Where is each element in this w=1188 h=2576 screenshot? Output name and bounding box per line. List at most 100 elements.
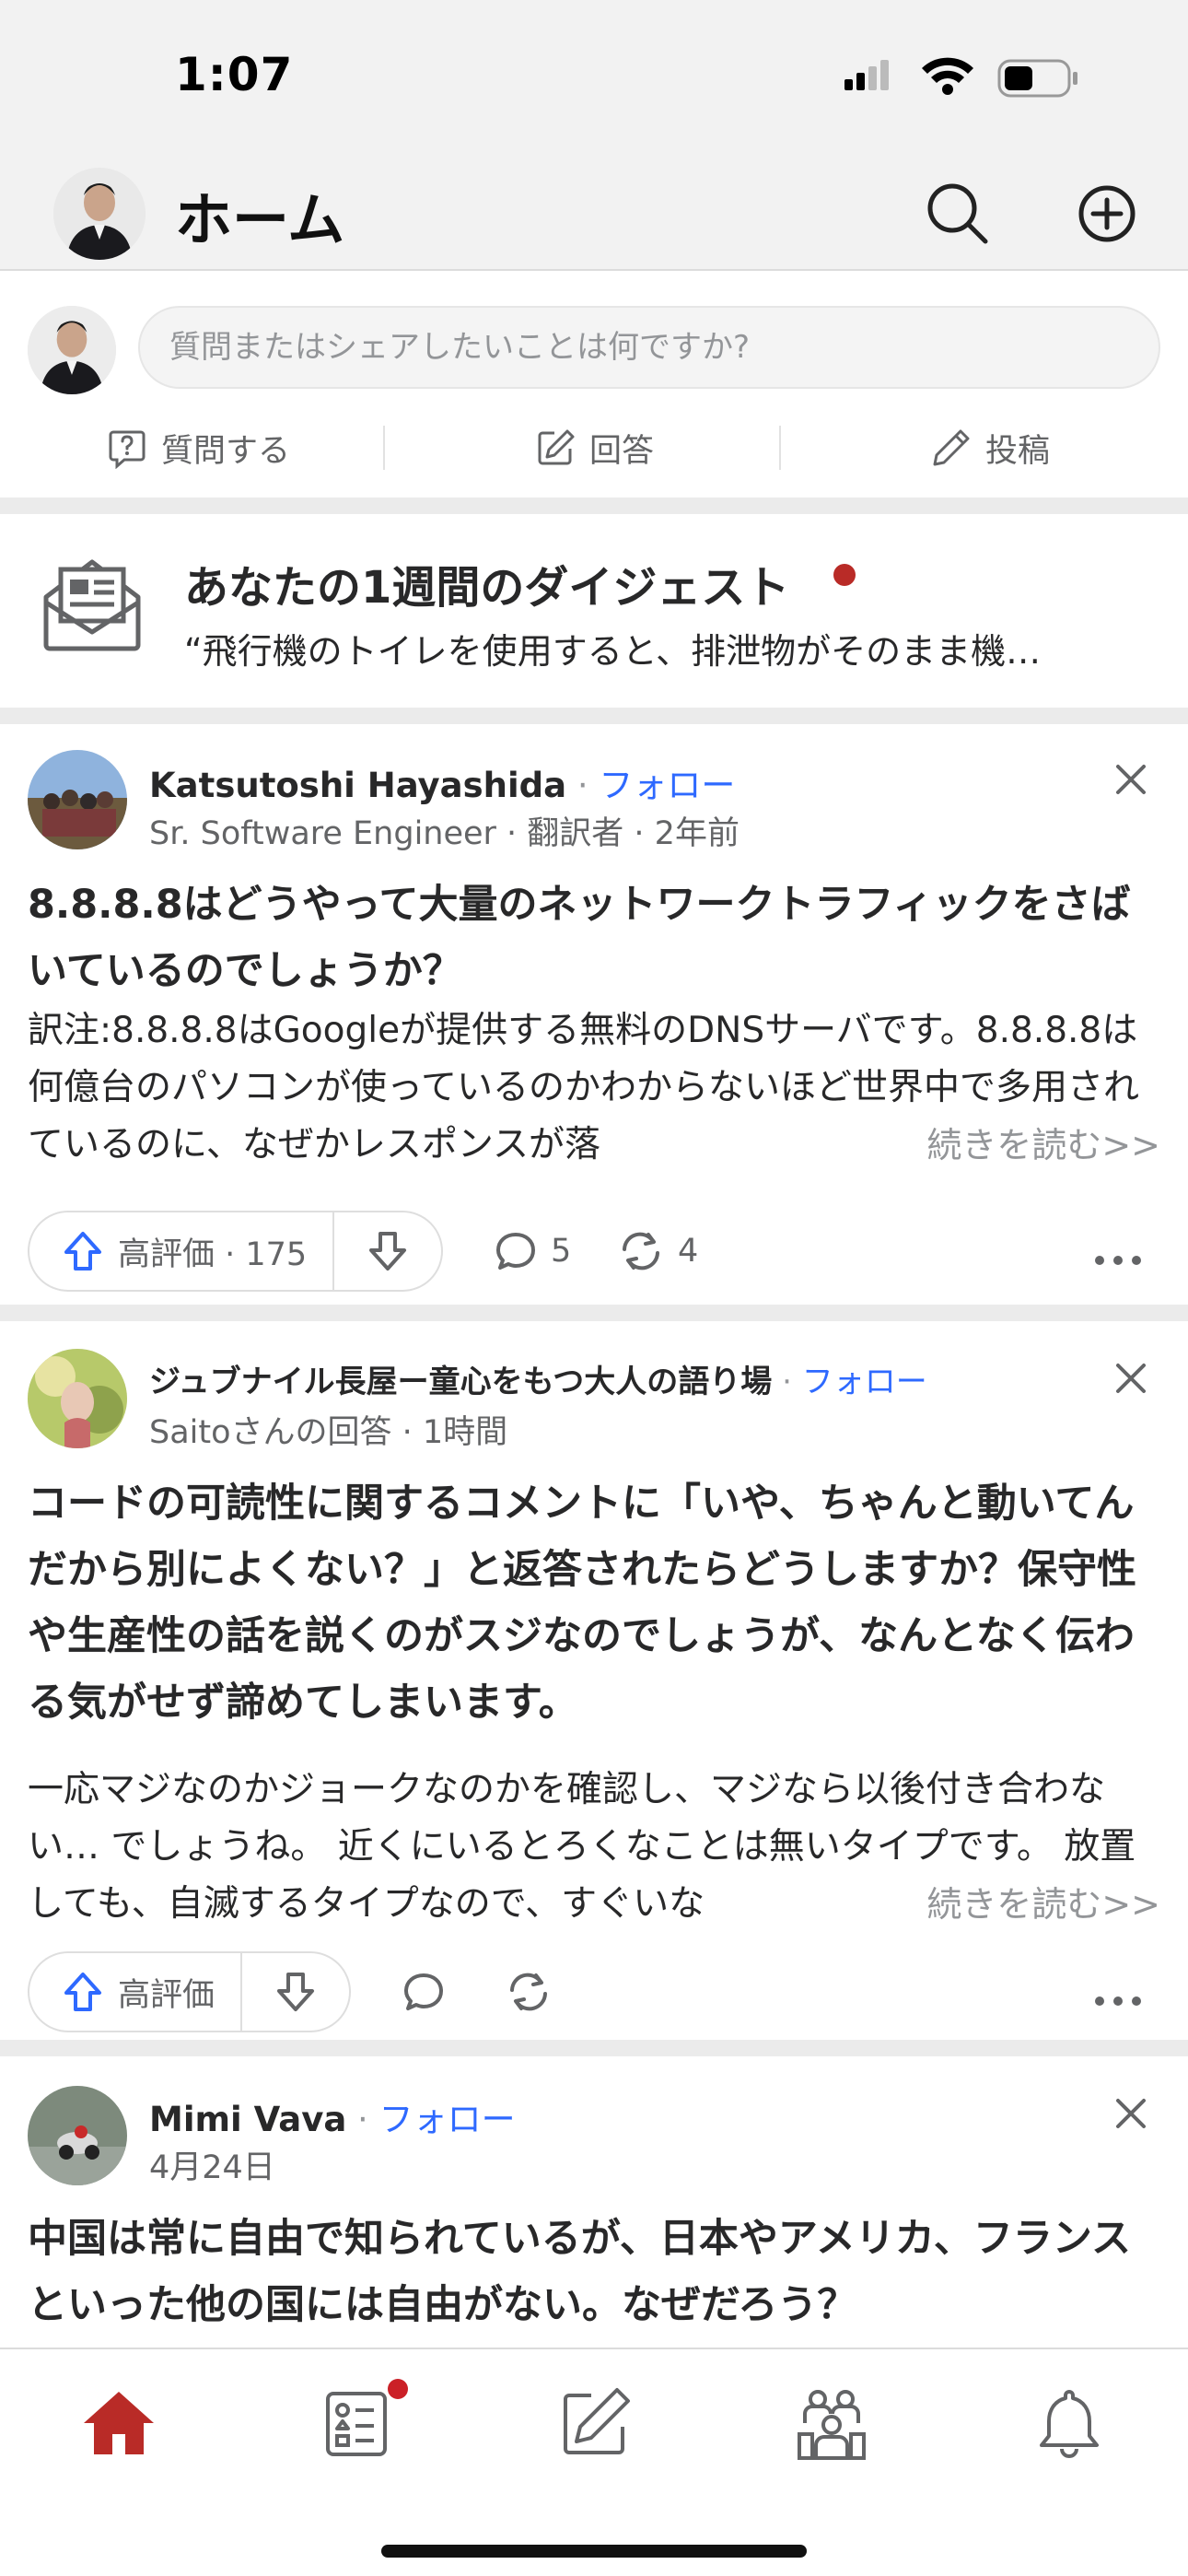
home-icon[interactable] — [77, 2383, 160, 2465]
composer: 質問またはシェアしたいことは何ですか? 質問する 回答 投稿 — [0, 271, 1188, 498]
home-indicator — [381, 2545, 807, 2558]
downvote-button[interactable] — [242, 1953, 349, 2031]
comment-icon — [404, 1973, 443, 2010]
section-divider — [0, 708, 1188, 724]
space-avatar[interactable] — [28, 1349, 127, 1448]
profile-avatar[interactable] — [53, 168, 146, 260]
notification-dot — [388, 2379, 408, 2399]
more-options-icon[interactable] — [1094, 1251, 1142, 1270]
author-meta: 4月24日 — [149, 2149, 275, 2186]
space-name[interactable]: ジュブナイル長屋ー童心をもつ大人の語り場 — [149, 1364, 772, 1400]
read-more-link[interactable]: 続きを読む>> — [853, 1876, 1160, 1933]
search-icon[interactable] — [921, 177, 995, 251]
ask-input[interactable]: 質問またはシェアしたいことは何ですか? — [138, 306, 1160, 389]
separator: · — [346, 2100, 379, 2139]
tab-bar — [0, 2348, 1188, 2576]
newsletter-icon — [43, 559, 141, 651]
person-avatar-icon — [28, 306, 116, 394]
divider — [383, 426, 385, 470]
question-title[interactable]: コードの可読性に関するコメントに「いや、ちゃんと動いてんだから別によくない？」と… — [28, 1470, 1160, 1736]
digest-title: あなたの1週間のダイジェスト — [184, 562, 790, 614]
feed-card: ジュブナイル長屋ー童心をもつ大人の語り場 · フォロー Saitoさんの回答 ·… — [0, 1321, 1188, 2040]
upvote-count: 高評価 · 175 — [118, 1235, 308, 1273]
separator: · — [566, 766, 600, 805]
upvote-button[interactable]: 高評価 · 175 — [29, 1212, 335, 1290]
author-line: Mimi Vava · フォロー — [149, 2091, 516, 2141]
edit-icon — [538, 429, 575, 465]
feed-card: Katsutoshi Hayashida · フォロー Sr. Software… — [0, 724, 1188, 1305]
close-icon[interactable] — [1111, 2093, 1151, 2134]
feed-card: Mimi Vava · フォロー 4月24日 中国は常に自由で知られているが、日… — [0, 2056, 1188, 2348]
digest-subtitle: “飛行機のトイレを使用すると、排泄物がそのまま機… — [184, 631, 1042, 672]
top-area: 1:07 ホーム — [0, 0, 1188, 271]
author-name[interactable]: Mimi Vava — [149, 2100, 346, 2139]
author-line: Katsutoshi Hayashida · フォロー — [149, 757, 735, 807]
follow-button[interactable]: フォロー — [379, 2100, 516, 2139]
person-avatar-icon — [53, 168, 146, 260]
author-meta: Saitoさんの回答 · 1時間 — [149, 1414, 508, 1451]
battery-icon — [997, 59, 1077, 98]
close-icon[interactable] — [1111, 759, 1151, 800]
post-button[interactable]: 投稿 — [792, 411, 1188, 485]
downvote-button[interactable] — [334, 1212, 441, 1290]
add-circle-icon[interactable] — [1070, 177, 1144, 251]
space-image-icon — [28, 1349, 127, 1448]
section-divider — [0, 498, 1188, 514]
reshare-icon — [510, 1973, 547, 2011]
upvote-arrow-icon — [64, 1973, 101, 2011]
wifi-icon — [922, 57, 973, 95]
share-button[interactable] — [505, 1970, 553, 2014]
reshare-icon — [623, 1232, 659, 1270]
author-line: ジュブナイル長屋ー童心をもつ大人の語り場 · フォロー — [149, 1356, 927, 1401]
author-avatar[interactable] — [28, 2086, 127, 2185]
more-options-icon[interactable] — [1094, 1992, 1142, 2010]
share-button[interactable]: 4 — [617, 1229, 698, 1273]
status-time: 1:07 — [175, 48, 294, 101]
comment-button[interactable] — [402, 1970, 446, 2014]
comment-icon — [496, 1233, 535, 1270]
downvote-arrow-icon — [369, 1232, 407, 1270]
group-photo-icon — [28, 750, 127, 849]
spaces-icon[interactable] — [790, 2383, 873, 2465]
section-divider — [0, 1305, 1188, 1321]
section-divider — [0, 2040, 1188, 2056]
downvote-arrow-icon — [277, 1973, 315, 2011]
read-more-link[interactable]: 続きを読む>> — [853, 1117, 1160, 1174]
motorcycle-photo-icon — [28, 2086, 127, 2185]
author-meta: Sr. Software Engineer · 翻訳者 · 2年前 — [149, 815, 740, 852]
pencil-icon — [933, 429, 970, 466]
post-label: 投稿 — [984, 432, 1050, 470]
cellular-signal-icon — [844, 60, 889, 90]
separator: · — [772, 1364, 802, 1400]
question-icon — [109, 430, 146, 469]
close-icon[interactable] — [1111, 1358, 1151, 1399]
answer-label: 回答 — [588, 432, 654, 470]
unread-dot — [833, 564, 856, 586]
page-title: ホーム — [175, 186, 345, 253]
ask-question-label: 質問する — [160, 432, 290, 470]
comment-button[interactable]: 5 — [494, 1229, 571, 1273]
comment-count: 5 — [551, 1233, 572, 1270]
question-title[interactable]: 中国は常に自由で知られているが、日本やアメリカ、フランスといった他の国には自由が… — [28, 2206, 1160, 2338]
upvote-arrow-icon — [64, 1232, 101, 1270]
following-icon[interactable] — [315, 2383, 398, 2465]
vote-group: 高評価 — [28, 1951, 352, 2032]
composer-avatar[interactable] — [28, 306, 116, 394]
question-title[interactable]: 8.8.8.8はどうやって大量のネットワークトラフィックをさばいているのでしょう… — [28, 872, 1160, 1004]
author-avatar[interactable] — [28, 750, 127, 849]
upvote-button[interactable]: 高評価 — [29, 1953, 243, 2031]
author-name[interactable]: Katsutoshi Hayashida — [149, 766, 566, 805]
vote-group: 高評価 · 175 — [28, 1211, 444, 1292]
status-icons — [844, 57, 1077, 98]
composer-actions: 質問する 回答 投稿 — [0, 411, 1188, 485]
weekly-digest[interactable]: あなたの1週間のダイジェスト “飛行機のトイレを使用すると、排泄物がそのまま機… — [0, 514, 1188, 708]
ask-question-button[interactable]: 質問する — [0, 411, 396, 485]
follow-button[interactable]: フォロー — [599, 766, 735, 805]
app-header: ホーム — [0, 157, 1188, 271]
answer-icon[interactable] — [553, 2383, 635, 2465]
share-count: 4 — [678, 1233, 699, 1270]
answer-button[interactable]: 回答 — [396, 411, 792, 485]
notifications-icon[interactable] — [1028, 2383, 1111, 2465]
follow-button[interactable]: フォロー — [802, 1364, 927, 1400]
divider — [779, 426, 781, 470]
